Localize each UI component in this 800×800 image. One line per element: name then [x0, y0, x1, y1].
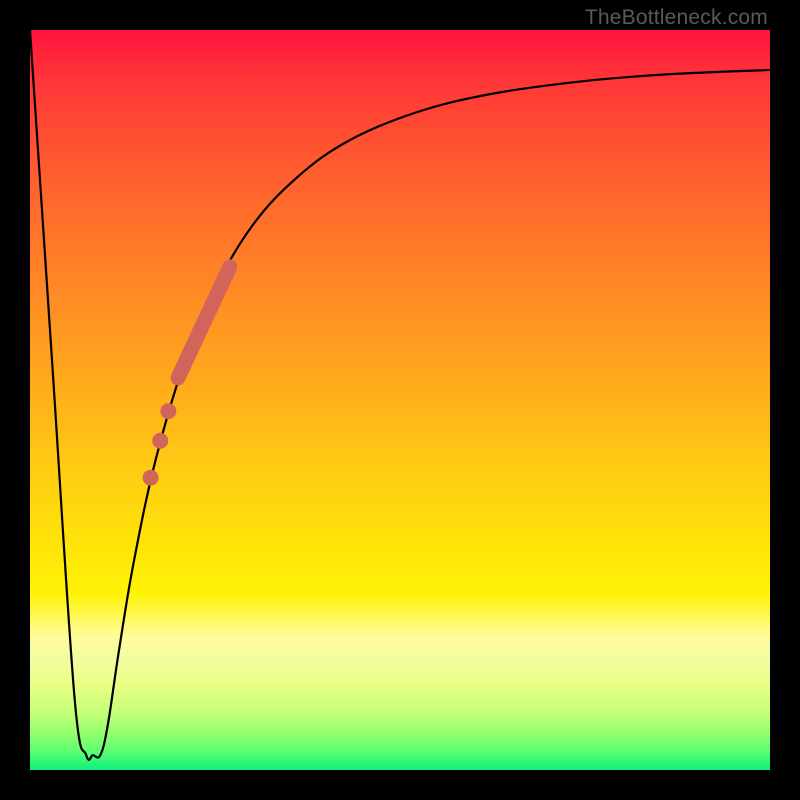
highlight-strip — [178, 267, 230, 378]
highlight-dot — [143, 470, 159, 486]
highlight-dot — [160, 403, 176, 419]
highlight-dots — [143, 403, 177, 486]
bottleneck-curve-path — [30, 30, 770, 760]
highlight-dot — [152, 433, 168, 449]
plot-area — [30, 30, 770, 770]
curve-svg — [30, 30, 770, 770]
chart-frame: TheBottleneck.com — [0, 0, 800, 800]
watermark-text: TheBottleneck.com — [585, 6, 768, 30]
